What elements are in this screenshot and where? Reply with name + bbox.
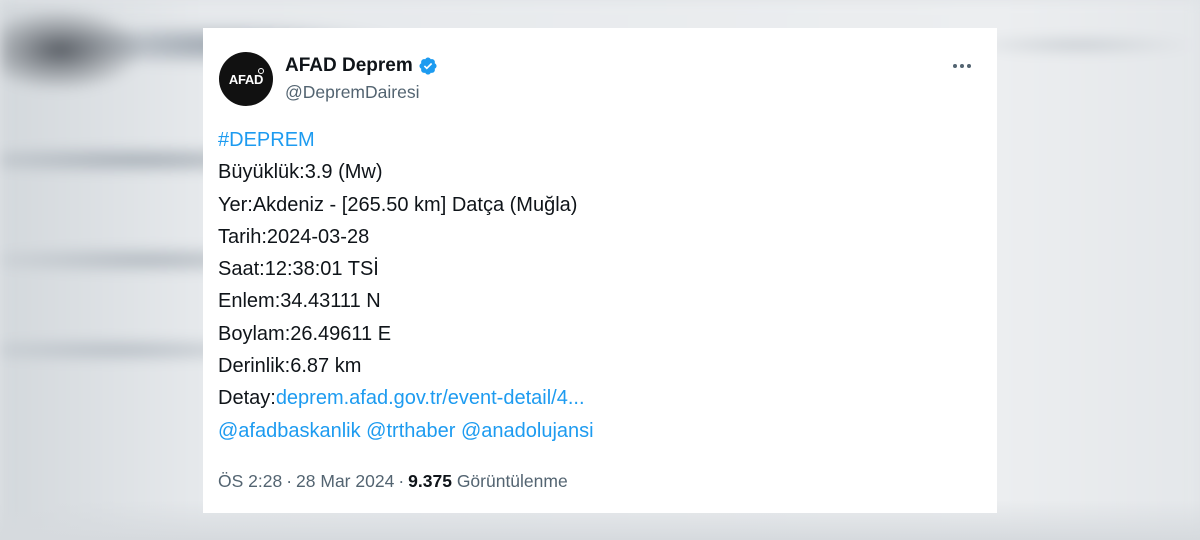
tweet-line-detail: Detay:deprem.afad.gov.tr/event-detail/4.… <box>218 382 977 414</box>
avatar-logo-text: AFAD <box>228 71 264 87</box>
views-count: 9.375 <box>408 471 452 491</box>
detail-label: Detay: <box>218 387 276 410</box>
display-name[interactable]: AFAD Deprem <box>285 55 413 77</box>
tweet-line-latitude: Enlem:34.43111 N <box>218 290 381 313</box>
more-horizontal-icon-dot <box>953 64 957 68</box>
views-label: Görüntülenme <box>456 471 568 491</box>
tweet-line-depth: Derinlik:6.87 km <box>218 355 362 378</box>
hashtag-line: #DEPREM <box>218 124 977 156</box>
tweet-line-longitude: Boylam:26.49611 E <box>218 322 392 345</box>
tweet-metadata: ÖS 2:28 · 28 Mar 2024 · 9.375 Görüntülenme <box>218 471 568 492</box>
tweet-time[interactable]: ÖS 2:28 <box>218 471 282 491</box>
tweet-header: AFAD AFAD Deprem @DepremDairesi <box>219 52 981 108</box>
tweet-date[interactable]: 28 Mar 2024 <box>296 471 394 491</box>
mention-link[interactable]: @anadolujansi <box>461 420 594 442</box>
tweet-text: #DEPREM Büyüklük:3.9 (Mw) Yer:Akdeniz - … <box>218 124 977 447</box>
tweet-line-location: Yer:Akdeniz - [265.50 km] Datça (Muğla) <box>218 193 578 216</box>
more-horizontal-icon-dot <box>960 64 964 68</box>
tweet-line-time: Saat:12:38:01 TSİ <box>218 258 379 281</box>
avatar[interactable]: AFAD <box>219 52 273 106</box>
mention-link[interactable]: @afadbaskanlik <box>218 420 361 442</box>
tweet-card: AFAD AFAD Deprem @DepremDairesi #DEPREM … <box>203 28 997 513</box>
mention-link[interactable]: @trthaber <box>366 420 455 442</box>
more-horizontal-icon-dot <box>967 64 971 68</box>
separator-dot: · <box>286 471 293 491</box>
mentions-line: @afadbaskanlik @trthaber @anadolujansi <box>218 415 977 447</box>
hashtag-link[interactable]: #DEPREM <box>218 129 315 151</box>
user-info: AFAD Deprem @DepremDairesi <box>285 54 438 103</box>
registered-mark-icon <box>258 68 264 74</box>
tweet-line-magnitude: Büyüklük:3.9 (Mw) <box>218 161 383 184</box>
name-row: AFAD Deprem <box>285 54 438 78</box>
tweet-line-date: Tarih:2024-03-28 <box>218 225 370 248</box>
more-options-button[interactable] <box>945 54 979 78</box>
separator-dot: · <box>398 471 405 491</box>
user-handle[interactable]: @DepremDairesi <box>285 82 438 103</box>
verified-badge-icon <box>419 57 437 75</box>
detail-link[interactable]: deprem.afad.gov.tr/event-detail/4... <box>276 387 585 409</box>
